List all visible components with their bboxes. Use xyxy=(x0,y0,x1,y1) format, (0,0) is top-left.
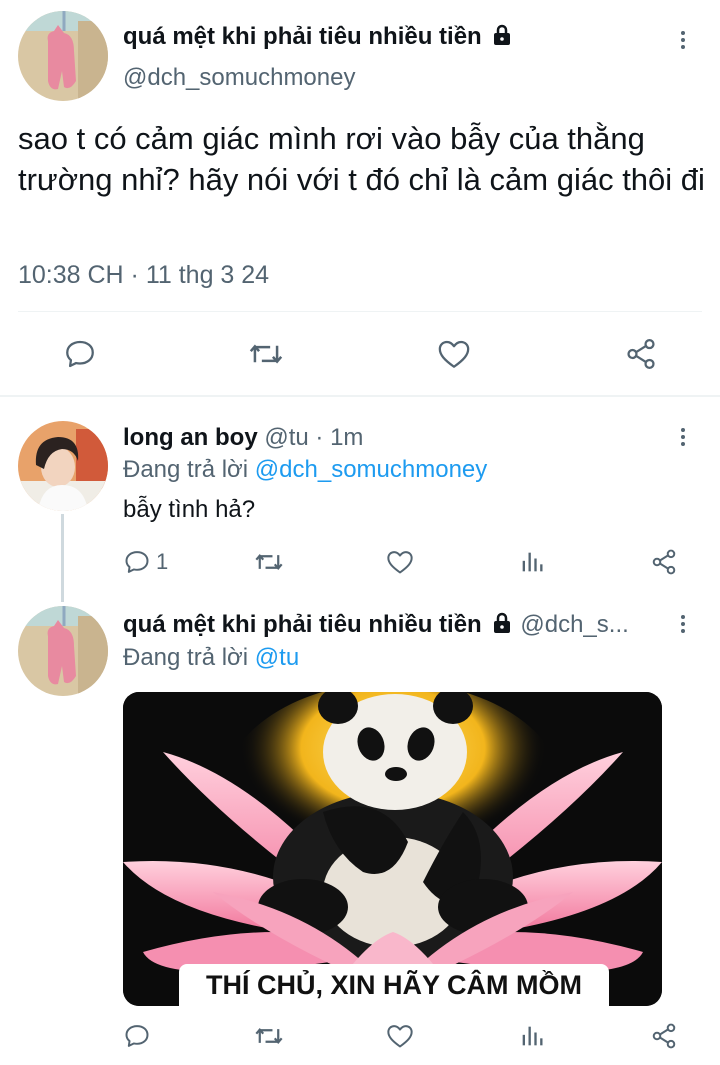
retweet-icon[interactable] xyxy=(254,548,284,576)
replying-label: Đang trả lời xyxy=(123,456,249,483)
tweet-timestamp[interactable]: 10:38 CH · 11 thg 3 24 xyxy=(18,261,269,290)
reply-1-time[interactable]: 1m xyxy=(330,424,363,451)
reply-2-author-name[interactable]: quá mệt khi phải tiêu nhiều tiền xyxy=(123,611,482,638)
replying-label: Đang trả lời xyxy=(123,644,249,671)
lock-icon xyxy=(490,611,514,642)
reply-2-author-handle[interactable]: @dch_s... xyxy=(520,611,628,638)
retweet-icon[interactable] xyxy=(254,1022,284,1050)
author-handle[interactable]: @dch_somuchmoney xyxy=(123,64,355,92)
more-options-icon[interactable] xyxy=(671,612,695,636)
avatar-reply-1[interactable] xyxy=(18,421,108,511)
avatar-main[interactable] xyxy=(18,11,108,101)
share-icon[interactable] xyxy=(650,1022,678,1050)
replying-to-link[interactable]: @dch_somuchmoney xyxy=(255,456,487,483)
reply-1-dot: · xyxy=(315,424,324,451)
lock-icon xyxy=(490,23,514,54)
tweet-text: sao t có cảm giác mình rơi vào bẫy của t… xyxy=(18,121,705,197)
author-name[interactable]: quá mệt khi phải tiêu nhiều tiền xyxy=(123,23,514,54)
comment-icon[interactable] xyxy=(123,1022,151,1050)
reply-1-author-handle[interactable]: @tu xyxy=(264,424,308,451)
reply-1-text: bẫy tình hả? xyxy=(123,496,256,523)
reply-2-replying-to: Đang trả lời @tu xyxy=(123,644,299,672)
reply-2-header: quá mệt khi phải tiêu nhiều tiền @dch_s.… xyxy=(123,611,668,642)
retweet-icon[interactable] xyxy=(248,337,284,371)
image-caption: THÍ CHỦ, XIN HÃY CÂM MỒM xyxy=(179,964,609,1006)
like-icon[interactable] xyxy=(386,1022,414,1050)
author-name-text[interactable]: quá mệt khi phải tiêu nhiều tiền xyxy=(123,23,482,50)
reply-count: 1 xyxy=(156,549,169,574)
replying-to-link[interactable]: @tu xyxy=(255,644,299,671)
more-options-icon[interactable] xyxy=(671,425,695,449)
more-options-icon[interactable] xyxy=(671,28,695,52)
share-icon[interactable] xyxy=(624,337,658,371)
avatar-reply-2[interactable] xyxy=(18,606,108,696)
thread-line xyxy=(61,514,64,602)
section-divider xyxy=(0,395,720,397)
image-caption-text: THÍ CHỦ, XIN HÃY CÂM MỒM xyxy=(206,969,582,1000)
comment-icon[interactable] xyxy=(123,548,151,576)
like-icon[interactable] xyxy=(386,548,414,576)
divider xyxy=(18,311,702,312)
views-icon[interactable] xyxy=(518,1022,546,1050)
reply-1-header: long an boy @tu · 1m xyxy=(123,424,363,452)
comment-icon[interactable] xyxy=(63,337,97,371)
reply-1-author-name[interactable]: long an boy xyxy=(123,424,258,451)
tweet-media-image[interactable]: THÍ CHỦ, XIN HÃY CÂM MỒM xyxy=(123,692,662,1006)
share-icon[interactable] xyxy=(650,548,678,576)
reply-1-replying-to: Đang trả lời @dch_somuchmoney xyxy=(123,456,487,484)
views-icon[interactable] xyxy=(518,548,546,576)
like-icon[interactable] xyxy=(436,337,472,371)
